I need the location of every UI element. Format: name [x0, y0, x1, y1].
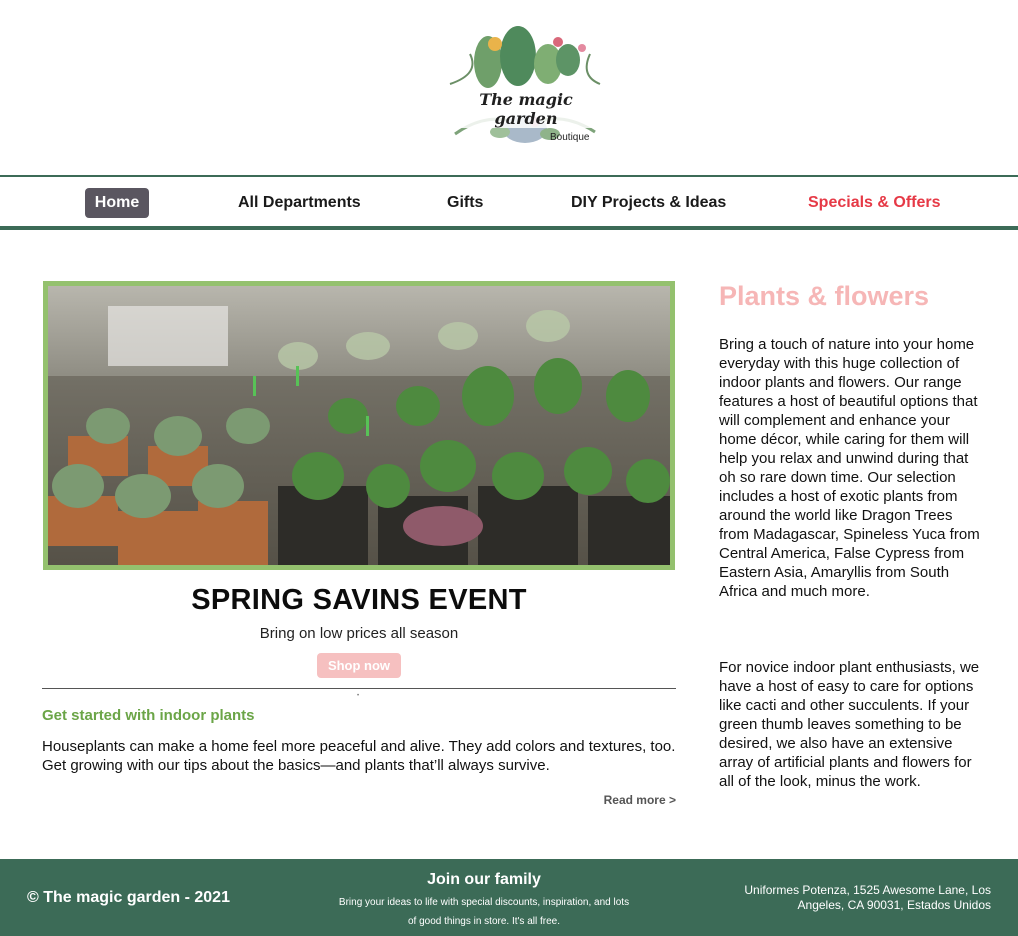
logo-subtitle: Boutique	[550, 132, 590, 143]
nav-diy-projects[interactable]: DIY Projects & Ideas	[571, 188, 726, 218]
side-paragraph-1: Bring a touch of nature into your home e…	[719, 336, 980, 600]
side-paragraph-2: For novice indoor plant enthusiasts, we …	[719, 659, 980, 790]
nav-specials-offers[interactable]: Specials & Offers	[808, 188, 941, 218]
footer-join-title: Join our family	[427, 871, 541, 888]
logo[interactable]: The magic garden Boutique	[440, 14, 610, 154]
footer-join-text: Bring your ideas to life with special di…	[338, 897, 630, 927]
footer-copyright: © The magic garden - 2021	[27, 889, 230, 906]
read-more-link[interactable]: Read more >	[604, 793, 676, 807]
shop-now-button[interactable]: Shop now	[317, 653, 401, 678]
site-footer: © The magic garden - 2021 Join our famil…	[0, 859, 1018, 936]
article-title[interactable]: Get started with indoor plants	[42, 707, 255, 724]
nav-all-departments[interactable]: All Departments	[238, 188, 361, 218]
footer-address: Uniformes Potenza, 1525 Awesome Lane, Lo…	[744, 883, 991, 912]
site-header: The magic garden Boutique	[0, 0, 1018, 175]
main-nav: Home All Departments Gifts DIY Projects …	[0, 175, 1018, 230]
divider-dot: •	[357, 693, 360, 699]
nav-home[interactable]: Home	[85, 188, 149, 218]
hero-title: SPRING SAVINS EVENT	[191, 584, 527, 616]
hero-image-frame	[43, 281, 675, 570]
nav-gifts[interactable]: Gifts	[447, 188, 483, 218]
hero-image	[48, 286, 670, 565]
hero-subtitle: Bring on low prices all season	[259, 625, 459, 642]
logo-name: The magic garden	[456, 90, 596, 128]
side-title: Plants & flowers	[719, 281, 930, 311]
content-divider	[42, 688, 676, 689]
cactus-nursery-photo	[48, 286, 670, 565]
article-body: Houseplants can make a home feel more pe…	[42, 738, 676, 774]
